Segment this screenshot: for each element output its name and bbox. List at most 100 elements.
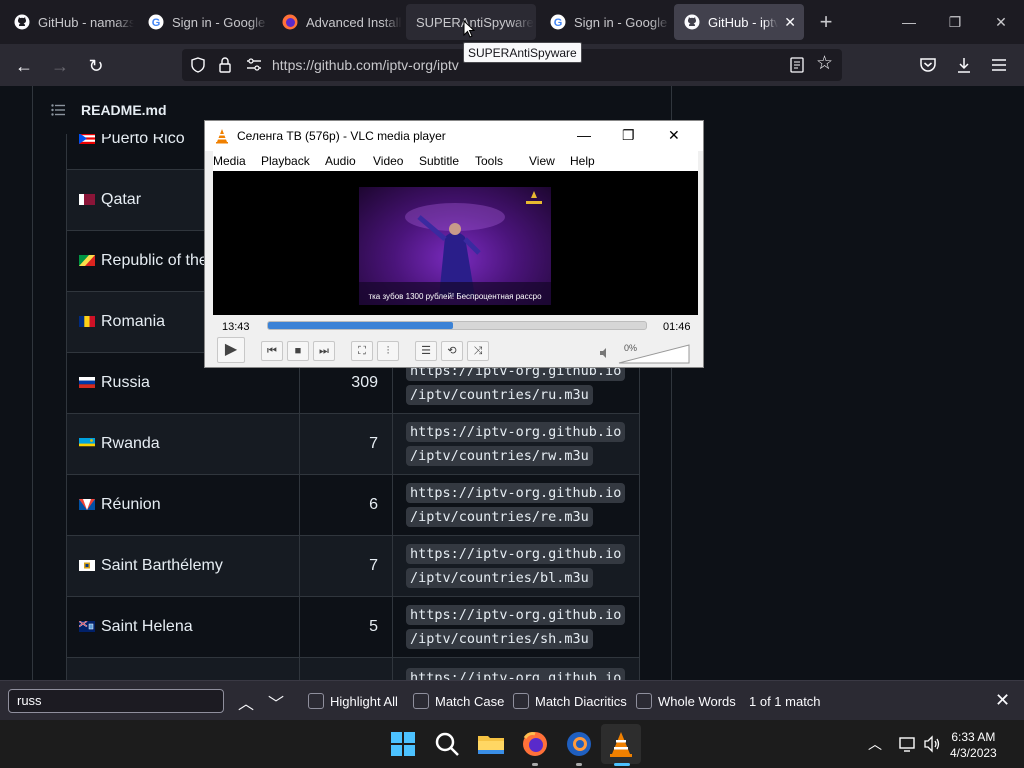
- vlc-video-area[interactable]: тка зубов 1300 рублей! Беспроцентная рас…: [213, 171, 698, 315]
- match-diacritics-label[interactable]: Match Diacritics: [535, 694, 627, 709]
- network-icon[interactable]: [899, 736, 917, 752]
- tab-tooltip: SUPERAntiSpyware: [463, 42, 582, 63]
- file-explorer-icon[interactable]: [475, 728, 507, 760]
- table-row: Rwanda 7 https://iptv-org.github.io/iptv…: [66, 413, 640, 475]
- minimize-icon[interactable]: —: [895, 8, 923, 36]
- lock-icon[interactable]: [218, 56, 232, 74]
- vlc-title-bar[interactable]: Селенга ТВ (576p) - VLC media player — ❐…: [205, 121, 703, 151]
- volume-slider[interactable]: [617, 343, 691, 365]
- play-button[interactable]: ▶: [217, 337, 245, 363]
- vlc-close-icon[interactable]: ✕: [668, 127, 680, 144]
- find-previous-icon[interactable]: ︿: [238, 690, 254, 714]
- vlc-menu-video[interactable]: Video: [373, 154, 403, 168]
- close-find-bar-icon[interactable]: ✕: [995, 690, 1010, 711]
- vlc-menu-playback[interactable]: Playback: [261, 154, 310, 168]
- country-cell: Réunion: [66, 474, 300, 536]
- hamburger-menu-icon[interactable]: [991, 58, 1007, 72]
- forward-arrow-icon[interactable]: →: [46, 52, 74, 80]
- whole-words-checkbox[interactable]: [636, 693, 652, 709]
- match-case-label[interactable]: Match Case: [435, 694, 504, 709]
- playlist-url-line-2[interactable]: /iptv/countries/ru.m3u: [406, 385, 593, 405]
- fullscreen-button[interactable]: ⛶: [351, 341, 373, 361]
- google-icon: G: [148, 14, 164, 30]
- playlist-url-line-1[interactable]: https://iptv-org.github.io: [406, 422, 626, 442]
- russia-flag-icon: [79, 377, 95, 388]
- match-case-checkbox[interactable]: [413, 693, 429, 709]
- playlist-url-line-2[interactable]: /iptv/countries/bl.m3u: [406, 568, 593, 588]
- vlc-minimize-icon[interactable]: —: [577, 127, 591, 143]
- playlist-url-line-2[interactable]: /iptv/countries/rw.m3u: [406, 446, 593, 466]
- vlc-restore-icon[interactable]: ❐: [622, 127, 635, 144]
- playlist-button[interactable]: ☰: [415, 341, 437, 361]
- channel-logo-icon: [526, 191, 542, 204]
- close-tab-icon[interactable]: ✕: [784, 14, 796, 31]
- url-text[interactable]: https://github.com/iptv-org/iptv: [272, 57, 459, 73]
- system-clock[interactable]: 6:33 AM 4/3/2023: [950, 729, 997, 761]
- find-input[interactable]: russ: [8, 689, 224, 713]
- shield-icon[interactable]: [190, 57, 206, 73]
- shuffle-button[interactable]: ⤨: [467, 341, 489, 361]
- speaker-icon[interactable]: [599, 347, 611, 359]
- vlc-cone-icon[interactable]: [605, 728, 637, 760]
- puerto-rico-flag-icon: [79, 133, 95, 144]
- previous-button[interactable]: ⏮: [261, 341, 283, 361]
- romania-flag-icon: [79, 316, 95, 327]
- reader-view-icon[interactable]: [790, 57, 804, 73]
- remaining-time[interactable]: 01:46: [663, 321, 691, 333]
- elapsed-time[interactable]: 13:43: [222, 321, 250, 333]
- browser-tab-bar: GitHub - namazso G Sign in - Google Acco…: [0, 0, 1024, 44]
- table-row: Saint Barthélemy 7 https://iptv-org.gith…: [66, 535, 640, 597]
- vlc-menu-tools[interactable]: Tools: [475, 154, 503, 168]
- windows-start-icon[interactable]: [387, 728, 419, 760]
- pocket-icon[interactable]: [919, 57, 937, 73]
- playlist-url-line-2[interactable]: /iptv/countries/sh.m3u: [406, 629, 593, 649]
- vlc-menu-help[interactable]: Help: [570, 154, 595, 168]
- country-name: Saint Helena: [101, 618, 193, 635]
- firefox-alt-icon[interactable]: [563, 728, 595, 760]
- highlight-all-label[interactable]: Highlight All: [330, 694, 398, 709]
- tab-google-signin-2[interactable]: G Sign in - Google Accounts: [540, 4, 670, 40]
- vlc-menu-audio[interactable]: Audio: [325, 154, 356, 168]
- saint-barthelemy-flag-icon: [79, 560, 95, 571]
- permissions-icon[interactable]: [246, 58, 262, 72]
- playlist-url-line-2[interactable]: /iptv/countries/re.m3u: [406, 507, 593, 527]
- close-window-icon[interactable]: ✕: [987, 8, 1015, 36]
- stop-button[interactable]: ■: [287, 341, 309, 361]
- next-button[interactable]: ⏭: [313, 341, 335, 361]
- tab-google-signin-1[interactable]: G Sign in - Google Accounts: [138, 4, 268, 40]
- restore-icon[interactable]: ❐: [941, 8, 969, 36]
- whole-words-label[interactable]: Whole Words: [658, 694, 736, 709]
- search-icon[interactable]: [431, 728, 463, 760]
- tab-github-iptv[interactable]: GitHub - iptv-org/iptv ✕: [674, 4, 804, 40]
- list-outline-icon[interactable]: [51, 104, 65, 116]
- tab-advanced-installer[interactable]: Advanced Installer: [272, 4, 402, 40]
- vlc-menu-bar: Media Playback Audio Video Subtitle Tool…: [213, 151, 698, 171]
- highlight-all-checkbox[interactable]: [308, 693, 324, 709]
- match-diacritics-checkbox[interactable]: [513, 693, 529, 709]
- vlc-menu-view[interactable]: View: [529, 154, 555, 168]
- chevron-up-icon[interactable]: ︿: [868, 734, 882, 754]
- bookmark-star-icon[interactable]: ☆: [816, 52, 833, 75]
- downloads-icon[interactable]: [955, 56, 973, 74]
- playlist-url-line-1[interactable]: https://iptv-org.github.io: [406, 668, 626, 680]
- extended-settings-button[interactable]: ⫶: [377, 341, 399, 361]
- seek-bar[interactable]: [267, 321, 647, 330]
- readme-title: README.md: [81, 102, 167, 118]
- github-icon: [684, 14, 700, 30]
- playlist-url-line-1[interactable]: https://iptv-org.github.io: [406, 483, 626, 503]
- vlc-menu-subtitle[interactable]: Subtitle: [419, 154, 459, 168]
- vlc-menu-media[interactable]: Media: [213, 154, 246, 168]
- find-next-icon[interactable]: ﹀: [268, 690, 284, 714]
- reload-icon[interactable]: ↻: [82, 52, 110, 80]
- back-arrow-icon[interactable]: ←: [10, 52, 38, 80]
- country-name: Réunion: [101, 496, 161, 513]
- playlist-url-line-1[interactable]: https://iptv-org.github.io: [406, 605, 626, 625]
- count-cell: 5: [299, 596, 393, 658]
- firefox-icon[interactable]: [519, 728, 551, 760]
- tab-github-namazso[interactable]: GitHub - namazso: [4, 4, 134, 40]
- volume-icon[interactable]: [923, 735, 941, 753]
- new-tab-button[interactable]: +: [812, 8, 840, 36]
- loop-button[interactable]: ⟲: [441, 341, 463, 361]
- playlist-url-line-1[interactable]: https://iptv-org.github.io: [406, 544, 626, 564]
- table-row: Réunion 6 https://iptv-org.github.io/ipt…: [66, 474, 640, 536]
